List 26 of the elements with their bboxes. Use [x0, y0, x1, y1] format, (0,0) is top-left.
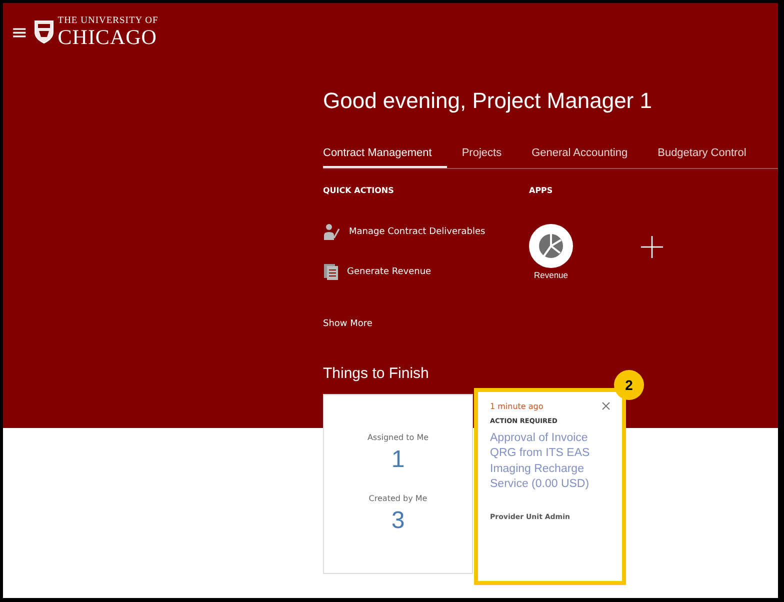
quick-action-link[interactable]: Manage Contract Deliverables [323, 222, 529, 240]
tab[interactable]: General Accounting [516, 140, 643, 168]
timestamp: 1 minute ago [490, 402, 544, 410]
count-label: Assigned to Me [367, 432, 429, 442]
document-icon [323, 262, 339, 280]
pie-chart-icon [537, 232, 565, 260]
greeting-heading: Good evening, Project Manager 1 [323, 88, 653, 114]
step-badge: 2 [614, 370, 644, 400]
tab[interactable]: Projects [446, 140, 517, 168]
tab[interactable]: Budgetary Control [642, 140, 762, 168]
crest-icon [34, 20, 54, 44]
person-check-icon [323, 222, 341, 240]
logo-text: CHICAGO [58, 26, 158, 48]
count-link[interactable]: 3 [391, 506, 405, 534]
section-title: APPS [529, 186, 554, 194]
quick-action-link[interactable]: Generate Revenue [323, 262, 529, 280]
section-heading: Things to Finish [323, 364, 430, 382]
logo-text: THE UNIVERSITY OF [58, 17, 158, 26]
count-label: Created by Me [368, 494, 428, 502]
menu-icon[interactable]: ≡ [11, 22, 28, 42]
add-icon[interactable] [640, 234, 664, 258]
count-link[interactable]: 1 [391, 446, 405, 474]
show-more-link[interactable]: Show More [323, 318, 529, 328]
section-title: QUICK ACTIONS [323, 186, 395, 194]
tab[interactable]: Contract Management [323, 140, 447, 168]
close-icon[interactable] [602, 402, 610, 410]
